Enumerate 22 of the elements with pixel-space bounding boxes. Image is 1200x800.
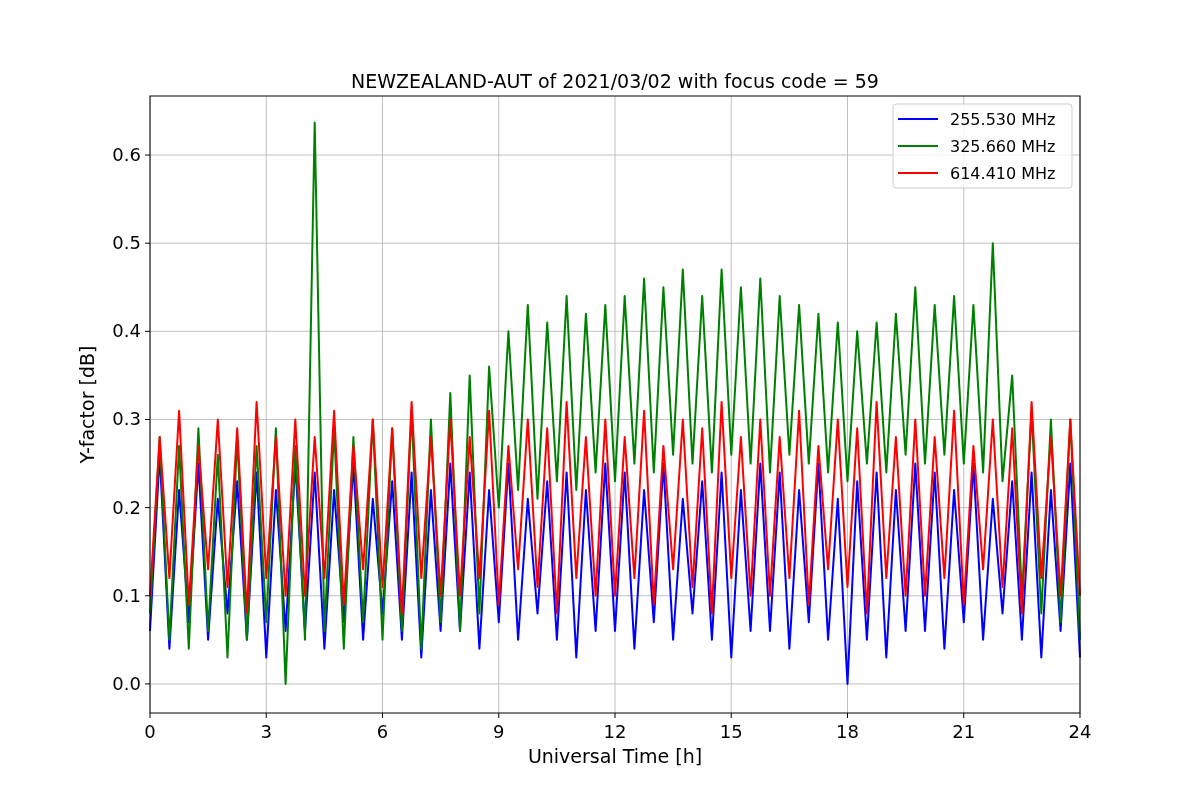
- x-tick-label: 18: [836, 721, 859, 742]
- x-tick-label: 3: [260, 721, 272, 742]
- y-tick-label: 0.0: [112, 672, 141, 694]
- y-tick-label: 0.5: [112, 232, 141, 254]
- x-tick-label: 0: [144, 721, 156, 742]
- legend-label: 614.410 MHz: [950, 164, 1056, 183]
- chart-title: NEWZEALAND-AUT of 2021/03/02 with focus code = 59: [351, 70, 879, 92]
- y-tick-label: 0.6: [112, 144, 141, 166]
- y-tick-label: 0.1: [112, 584, 141, 606]
- legend-label: 325.660 MHz: [950, 137, 1056, 156]
- x-tick-label: 6: [376, 721, 389, 742]
- x-tick-label: 9: [493, 721, 505, 742]
- x-tick-label: 21: [952, 721, 976, 742]
- y-tick-label: 0.4: [112, 320, 141, 342]
- y-tick-label: 0.2: [112, 496, 141, 518]
- x-tick-label: 24: [1068, 721, 1092, 742]
- x-tick-label: 15: [719, 721, 743, 742]
- y-axis-label: Y-factor [dB]: [76, 345, 98, 464]
- x-tick-label: 12: [603, 721, 627, 742]
- legend-label: 255.530 MHz: [950, 110, 1056, 129]
- y-tick-label: 0.3: [112, 408, 141, 430]
- x-axis-label: Universal Time [h]: [527, 745, 703, 767]
